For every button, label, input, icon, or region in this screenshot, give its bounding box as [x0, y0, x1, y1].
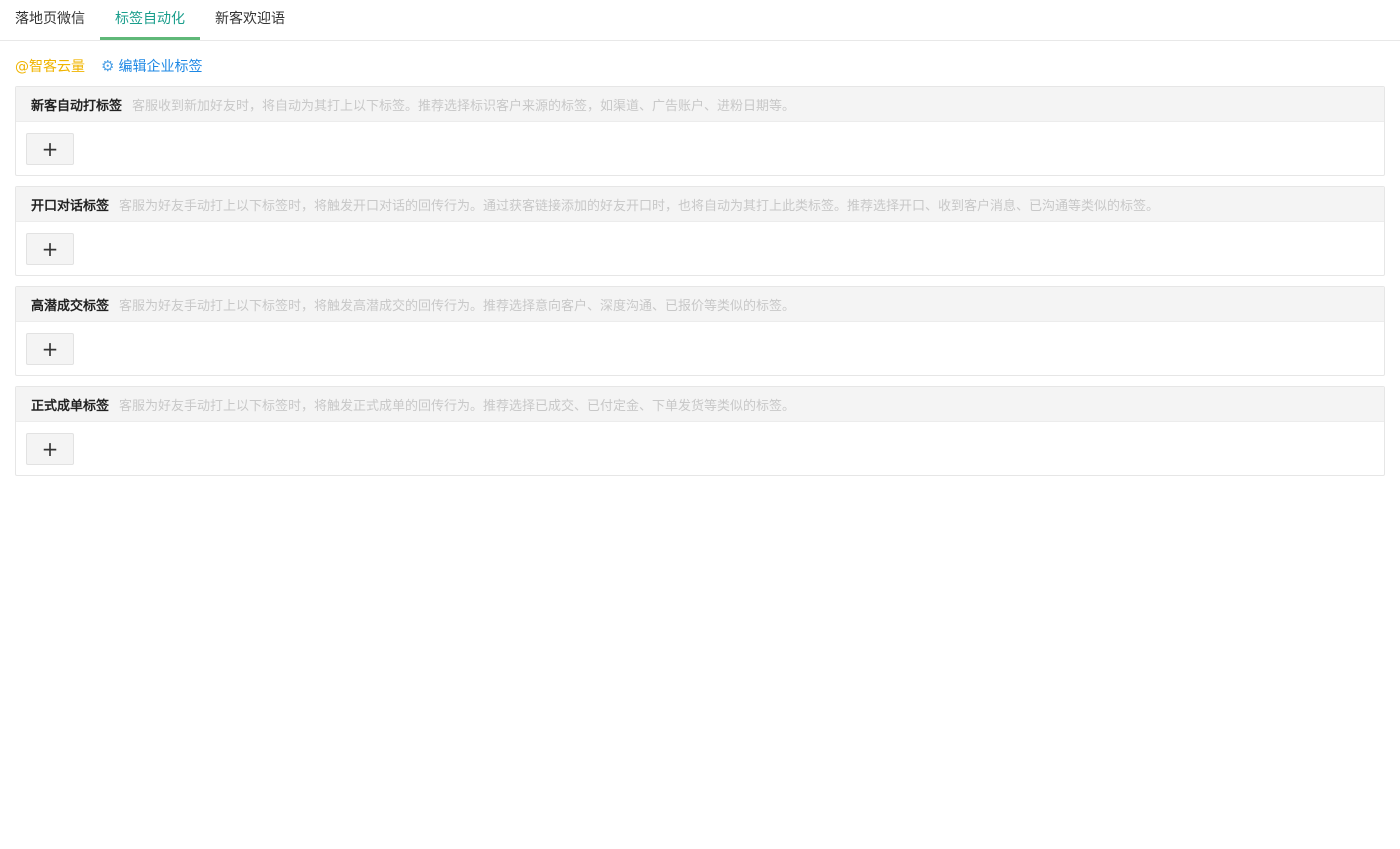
section-body: + — [16, 122, 1384, 175]
section-conversation-tags: 开口对话标签 客服为好友手动打上以下标签时，将触发开口对话的回传行为。通过获客链… — [15, 186, 1385, 276]
section-body: + — [16, 322, 1384, 375]
section-title: 新客自动打标签 — [31, 98, 123, 114]
section-header: 正式成单标签 客服为好友手动打上以下标签时，将触发正式成单的回传行为。推荐选择已… — [16, 387, 1384, 422]
section-title: 正式成单标签 — [31, 398, 110, 414]
gear-icon: ⚙ — [101, 57, 115, 75]
corp-name: @智客云量 — [15, 59, 85, 75]
add-tag-button[interactable]: + — [26, 432, 74, 465]
tab-tag-automation[interactable]: 标签自动化 — [100, 0, 200, 40]
section-description: 客服为好友手动打上以下标签时，将触发正式成单的回传行为。推荐选择已成交、已付定金… — [119, 398, 796, 414]
section-title: 高潜成交标签 — [31, 298, 110, 314]
add-tag-button[interactable]: + — [26, 332, 74, 365]
section-description: 客服为好友手动打上以下标签时，将触发开口对话的回传行为。通过获客链接添加的好友开… — [119, 198, 1160, 214]
section-high-potential-tags: 高潜成交标签 客服为好友手动打上以下标签时，将触发高潜成交的回传行为。推荐选择意… — [15, 286, 1385, 376]
section-body: + — [16, 422, 1384, 475]
section-title: 开口对话标签 — [31, 198, 110, 214]
tab-welcome-message[interactable]: 新客欢迎语 — [200, 0, 300, 40]
section-header: 高潜成交标签 客服为好友手动打上以下标签时，将触发高潜成交的回传行为。推荐选择意… — [16, 287, 1384, 322]
tab-bar: 落地页微信 标签自动化 新客欢迎语 — [0, 0, 1400, 41]
toolbar: @智客云量 ⚙ 编辑企业标签 — [0, 46, 1400, 86]
add-tag-button[interactable]: + — [26, 132, 74, 165]
tab-landing-wechat[interactable]: 落地页微信 — [0, 0, 100, 40]
section-description: 客服收到新加好友时，将自动为其打上以下标签。推荐选择标识客户来源的标签，如渠道、… — [132, 98, 796, 114]
section-body: + — [16, 222, 1384, 275]
edit-corp-tags-link[interactable]: ⚙ 编辑企业标签 — [101, 56, 202, 76]
section-deal-closed-tags: 正式成单标签 客服为好友手动打上以下标签时，将触发正式成单的回传行为。推荐选择已… — [15, 386, 1385, 476]
add-tag-button[interactable]: + — [26, 232, 74, 265]
tag-sections: 新客自动打标签 客服收到新加好友时，将自动为其打上以下标签。推荐选择标识客户来源… — [0, 86, 1400, 476]
section-description: 客服为好友手动打上以下标签时，将触发高潜成交的回传行为。推荐选择意向客户、深度沟… — [119, 298, 796, 314]
section-new-customer-tags: 新客自动打标签 客服收到新加好友时，将自动为其打上以下标签。推荐选择标识客户来源… — [15, 86, 1385, 176]
section-header: 新客自动打标签 客服收到新加好友时，将自动为其打上以下标签。推荐选择标识客户来源… — [16, 87, 1384, 122]
section-header: 开口对话标签 客服为好友手动打上以下标签时，将触发开口对话的回传行为。通过获客链… — [16, 187, 1384, 222]
edit-corp-tags-label: 编辑企业标签 — [118, 59, 203, 75]
